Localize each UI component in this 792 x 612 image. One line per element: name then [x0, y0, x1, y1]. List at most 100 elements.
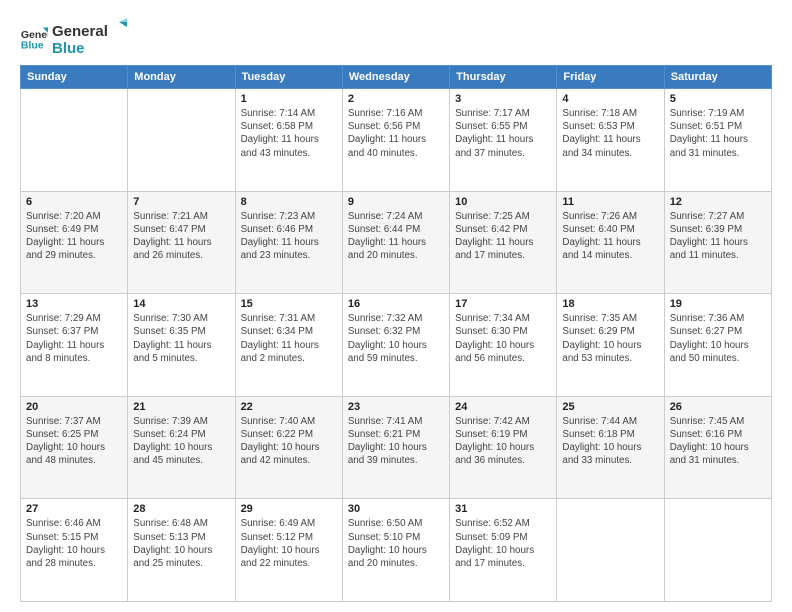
calendar-header-sunday: Sunday — [21, 66, 128, 89]
calendar-cell — [21, 89, 128, 192]
calendar-cell: 21 Sunrise: 7:39 AM Sunset: 6:24 PM Dayli… — [128, 396, 235, 499]
calendar-week-row: 1 Sunrise: 7:14 AM Sunset: 6:58 PM Daylig… — [21, 89, 772, 192]
day-number: 4 — [562, 93, 658, 105]
calendar-cell: 3 Sunrise: 7:17 AM Sunset: 6:55 PM Daylig… — [450, 89, 557, 192]
calendar-header-monday: Monday — [128, 66, 235, 89]
day-detail: Sunrise: 7:42 AM Sunset: 6:19 PM Dayligh… — [455, 415, 551, 468]
day-number: 5 — [670, 93, 766, 105]
logo-icon: General Blue — [20, 24, 48, 52]
day-number: 6 — [26, 196, 122, 208]
day-detail: Sunrise: 7:29 AM Sunset: 6:37 PM Dayligh… — [26, 312, 122, 365]
logo-general: General — [52, 23, 108, 40]
calendar-header-row: SundayMondayTuesdayWednesdayThursdayFrid… — [21, 66, 772, 89]
calendar-header-friday: Friday — [557, 66, 664, 89]
calendar-week-row: 6Sunrise: 7:20 AM Sunset: 6:49 PM Daylig… — [21, 191, 772, 294]
day-number: 9 — [348, 196, 444, 208]
calendar-cell: 10 Sunrise: 7:25 AM Sunset: 6:42 PM Dayli… — [450, 191, 557, 294]
day-detail: Sunrise: 7:17 AM Sunset: 6:55 PM Dayligh… — [455, 107, 551, 160]
header: General Blue General Blue — [20, 18, 772, 57]
calendar-cell: 22Sunrise: 7:40 AM Sunset: 6:22 PM Dayli… — [235, 396, 342, 499]
day-detail: Sunrise: 7:44 AM Sunset: 6:18 PM Dayligh… — [562, 415, 658, 468]
day-detail: Sunrise: 7:23 AM Sunset: 6:46 PM Dayligh… — [241, 210, 337, 263]
calendar-cell — [557, 499, 664, 602]
day-detail: Sunrise: 6:48 AM Sunset: 5:13 PM Dayligh… — [133, 517, 229, 570]
day-number: 30 — [348, 503, 444, 515]
calendar-cell: 30 Sunrise: 6:50 AM Sunset: 5:10 PM Dayli… — [342, 499, 449, 602]
calendar-cell — [128, 89, 235, 192]
day-detail: Sunrise: 6:50 AM Sunset: 5:10 PM Dayligh… — [348, 517, 444, 570]
day-number: 16 — [348, 298, 444, 310]
day-detail: Sunrise: 7:40 AM Sunset: 6:22 PM Dayligh… — [241, 415, 337, 468]
day-detail: Sunrise: 7:37 AM Sunset: 6:25 PM Dayligh… — [26, 415, 122, 468]
day-number: 19 — [670, 298, 766, 310]
day-number: 27 — [26, 503, 122, 515]
day-detail: Sunrise: 7:32 AM Sunset: 6:32 PM Dayligh… — [348, 312, 444, 365]
day-number: 21 — [133, 401, 229, 413]
day-number: 31 — [455, 503, 551, 515]
day-number: 1 — [241, 93, 337, 105]
calendar-week-row: 20Sunrise: 7:37 AM Sunset: 6:25 PM Dayli… — [21, 396, 772, 499]
day-detail: Sunrise: 7:34 AM Sunset: 6:30 PM Dayligh… — [455, 312, 551, 365]
day-number: 26 — [670, 401, 766, 413]
day-number: 25 — [562, 401, 658, 413]
day-detail: Sunrise: 7:27 AM Sunset: 6:39 PM Dayligh… — [670, 210, 766, 263]
calendar-cell: 27 Sunrise: 6:46 AM Sunset: 5:15 PM Dayli… — [21, 499, 128, 602]
day-detail: Sunrise: 6:49 AM Sunset: 5:12 PM Dayligh… — [241, 517, 337, 570]
calendar-cell: 23Sunrise: 7:41 AM Sunset: 6:21 PM Dayli… — [342, 396, 449, 499]
day-number: 15 — [241, 298, 337, 310]
day-detail: Sunrise: 6:46 AM Sunset: 5:15 PM Dayligh… — [26, 517, 122, 570]
calendar-cell: 19 Sunrise: 7:36 AM Sunset: 6:27 PM Dayli… — [664, 294, 771, 397]
day-detail: Sunrise: 7:24 AM Sunset: 6:44 PM Dayligh… — [348, 210, 444, 263]
calendar-cell: 25 Sunrise: 7:44 AM Sunset: 6:18 PM Dayli… — [557, 396, 664, 499]
day-number: 2 — [348, 93, 444, 105]
calendar-cell: 26Sunrise: 7:45 AM Sunset: 6:16 PM Dayli… — [664, 396, 771, 499]
calendar-header-thursday: Thursday — [450, 66, 557, 89]
logo: General Blue General Blue — [20, 18, 127, 57]
calendar-cell: 29 Sunrise: 6:49 AM Sunset: 5:12 PM Dayli… — [235, 499, 342, 602]
calendar-cell: 28Sunrise: 6:48 AM Sunset: 5:13 PM Dayli… — [128, 499, 235, 602]
calendar-cell: 9 Sunrise: 7:24 AM Sunset: 6:44 PM Daylig… — [342, 191, 449, 294]
page: General Blue General Blue Sunda — [0, 0, 792, 612]
calendar-header-wednesday: Wednesday — [342, 66, 449, 89]
svg-text:Blue: Blue — [21, 39, 44, 51]
calendar-cell: 8 Sunrise: 7:23 AM Sunset: 6:46 PM Daylig… — [235, 191, 342, 294]
day-number: 12 — [670, 196, 766, 208]
day-detail: Sunrise: 6:52 AM Sunset: 5:09 PM Dayligh… — [455, 517, 551, 570]
calendar-cell: 13Sunrise: 7:29 AM Sunset: 6:37 PM Dayli… — [21, 294, 128, 397]
calendar-cell: 31 Sunrise: 6:52 AM Sunset: 5:09 PM Dayli… — [450, 499, 557, 602]
calendar-header-tuesday: Tuesday — [235, 66, 342, 89]
day-number: 7 — [133, 196, 229, 208]
logo-blue: Blue — [52, 40, 127, 57]
day-number: 24 — [455, 401, 551, 413]
calendar-cell: 5 Sunrise: 7:19 AM Sunset: 6:51 PM Daylig… — [664, 89, 771, 192]
calendar-cell — [664, 499, 771, 602]
day-detail: Sunrise: 7:18 AM Sunset: 6:53 PM Dayligh… — [562, 107, 658, 160]
day-detail: Sunrise: 7:39 AM Sunset: 6:24 PM Dayligh… — [133, 415, 229, 468]
day-detail: Sunrise: 7:16 AM Sunset: 6:56 PM Dayligh… — [348, 107, 444, 160]
day-detail: Sunrise: 7:30 AM Sunset: 6:35 PM Dayligh… — [133, 312, 229, 365]
calendar-week-row: 27 Sunrise: 6:46 AM Sunset: 5:15 PM Dayli… — [21, 499, 772, 602]
day-number: 17 — [455, 298, 551, 310]
calendar-cell: 20Sunrise: 7:37 AM Sunset: 6:25 PM Dayli… — [21, 396, 128, 499]
calendar-cell: 14 Sunrise: 7:30 AM Sunset: 6:35 PM Dayli… — [128, 294, 235, 397]
calendar-header-saturday: Saturday — [664, 66, 771, 89]
calendar-cell: 15Sunrise: 7:31 AM Sunset: 6:34 PM Dayli… — [235, 294, 342, 397]
day-detail: Sunrise: 7:21 AM Sunset: 6:47 PM Dayligh… — [133, 210, 229, 263]
calendar-cell: 24 Sunrise: 7:42 AM Sunset: 6:19 PM Dayli… — [450, 396, 557, 499]
day-number: 29 — [241, 503, 337, 515]
day-detail: Sunrise: 7:14 AM Sunset: 6:58 PM Dayligh… — [241, 107, 337, 160]
calendar-table: SundayMondayTuesdayWednesdayThursdayFrid… — [20, 65, 772, 602]
calendar-cell: 7 Sunrise: 7:21 AM Sunset: 6:47 PM Daylig… — [128, 191, 235, 294]
day-detail: Sunrise: 7:19 AM Sunset: 6:51 PM Dayligh… — [670, 107, 766, 160]
calendar-cell: 11Sunrise: 7:26 AM Sunset: 6:40 PM Dayli… — [557, 191, 664, 294]
day-number: 3 — [455, 93, 551, 105]
day-detail: Sunrise: 7:25 AM Sunset: 6:42 PM Dayligh… — [455, 210, 551, 263]
day-number: 11 — [562, 196, 658, 208]
calendar-cell: 16 Sunrise: 7:32 AM Sunset: 6:32 PM Dayli… — [342, 294, 449, 397]
day-number: 14 — [133, 298, 229, 310]
day-number: 8 — [241, 196, 337, 208]
day-number: 18 — [562, 298, 658, 310]
day-number: 10 — [455, 196, 551, 208]
calendar-cell: 1 Sunrise: 7:14 AM Sunset: 6:58 PM Daylig… — [235, 89, 342, 192]
day-detail: Sunrise: 7:36 AM Sunset: 6:27 PM Dayligh… — [670, 312, 766, 365]
